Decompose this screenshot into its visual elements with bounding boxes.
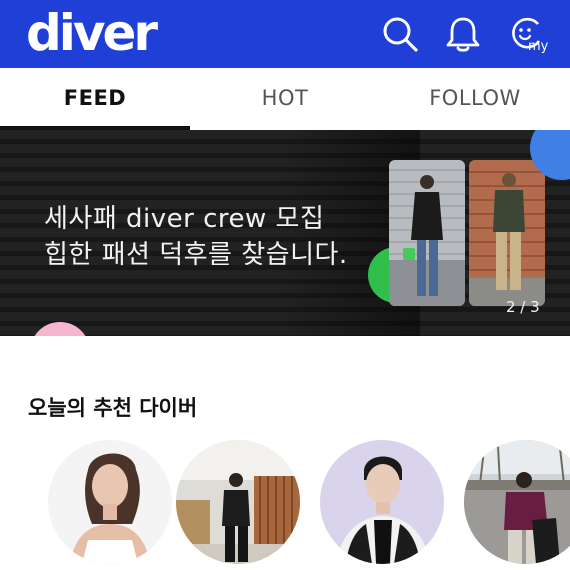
recommended-diver-avatar[interactable] bbox=[48, 440, 172, 564]
my-label: my bbox=[528, 39, 548, 54]
banner-headline: 세사패 diver crew 모집 bbox=[44, 204, 325, 234]
feed-tabs: FEED HOT FOLLOW bbox=[0, 68, 570, 130]
banner-subline: 힙한 패션 덕후를 찾습니다. bbox=[44, 240, 348, 270]
tab-follow[interactable]: FOLLOW bbox=[380, 68, 570, 130]
banner-photo-1 bbox=[389, 160, 465, 306]
tab-feed[interactable]: FEED bbox=[0, 68, 190, 130]
blue-sticker bbox=[524, 130, 570, 182]
tab-hot[interactable]: HOT bbox=[190, 68, 380, 130]
promo-banner[interactable]: 세사패 diver crew 모집 힙한 패션 덕후를 찾습니다. 2 / 3 bbox=[0, 130, 570, 336]
bell-icon[interactable] bbox=[443, 14, 483, 54]
recommended-diver-avatar[interactable] bbox=[176, 440, 300, 564]
svg-text:diver: diver bbox=[26, 8, 158, 58]
banner-page-counter: 2 / 3 bbox=[506, 298, 540, 316]
top-app-bar: diver my bbox=[0, 0, 570, 68]
recommended-divers-title: 오늘의 추천 다이버 bbox=[28, 396, 198, 420]
recommended-diver-avatar[interactable] bbox=[320, 440, 444, 564]
search-icon[interactable] bbox=[380, 14, 420, 54]
my-icon[interactable]: my bbox=[508, 14, 548, 54]
diver-logo[interactable]: diver bbox=[26, 8, 236, 58]
